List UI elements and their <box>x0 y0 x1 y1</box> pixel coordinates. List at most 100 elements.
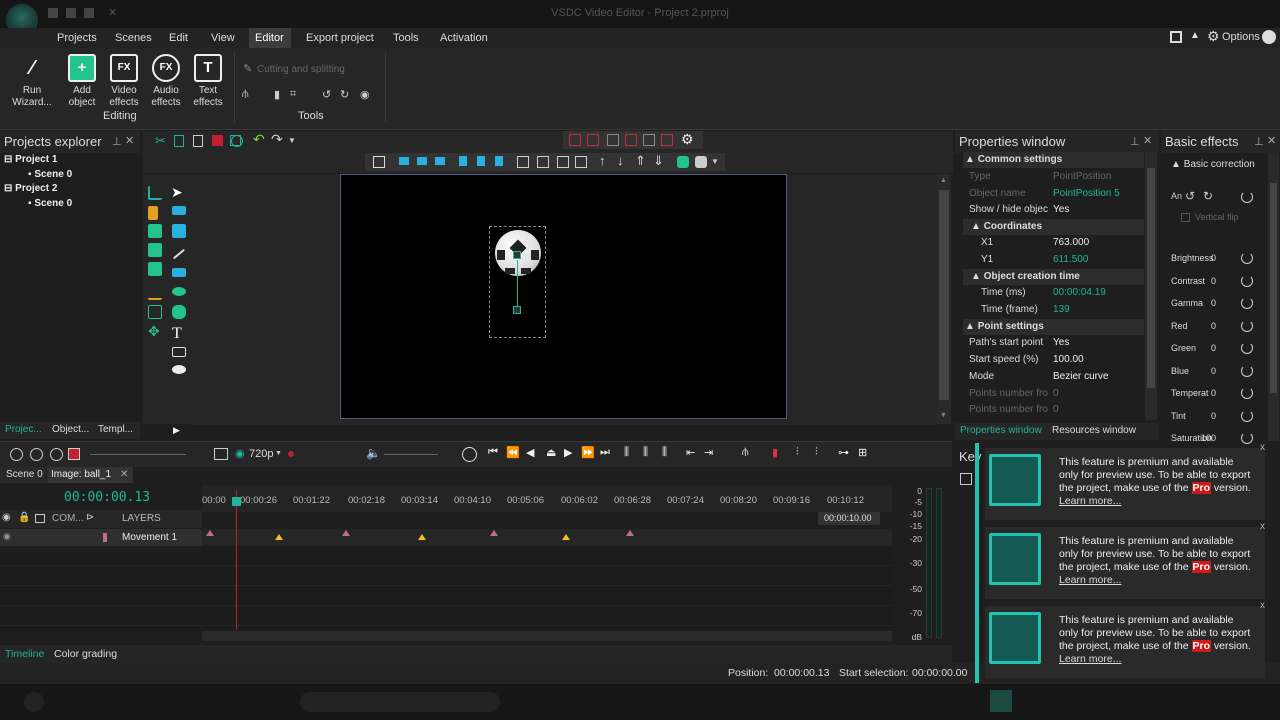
prop-mode[interactable]: Mode Bezier curve <box>963 369 1144 385</box>
movement-icon[interactable] <box>148 305 162 319</box>
zoom-slider[interactable] <box>90 454 186 455</box>
pin-icon[interactable]: ⊥ <box>1130 135 1140 148</box>
menu-export-project[interactable]: Export project <box>300 28 380 48</box>
tab-properties-window[interactable]: Properties window <box>960 425 1042 436</box>
marker-in-icon[interactable]: ⇤ <box>686 446 695 459</box>
menu-edit[interactable]: Edit <box>163 28 194 48</box>
distribute-icon[interactable] <box>517 156 529 168</box>
correction-value[interactable]: 0 <box>1211 253 1216 263</box>
tab-color-grading[interactable]: Color grading <box>54 648 117 660</box>
keyframe-marker[interactable] <box>626 530 634 536</box>
arrow-up-icon[interactable]: ↑ <box>599 153 606 168</box>
bring-front-icon[interactable]: ⇑ <box>635 153 646 169</box>
correction-value[interactable]: 0 <box>1211 343 1216 353</box>
skip-end-icon[interactable]: ⏭ <box>600 446 610 459</box>
reset-icon[interactable] <box>1241 191 1253 203</box>
expand-icon[interactable]: ▶ <box>173 425 180 436</box>
prop-start-speed[interactable]: Start speed (%) 100.00 <box>963 352 1144 368</box>
size-icon[interactable] <box>557 156 569 168</box>
tab-projects[interactable]: Projec... <box>5 424 42 435</box>
point-settings-section[interactable]: ▲ Point settings <box>963 319 1144 335</box>
layout-2-icon[interactable] <box>587 134 599 146</box>
group-icon[interactable]: ⊞ <box>858 446 867 459</box>
pointer-icon[interactable]: ➤ <box>171 184 185 200</box>
rotate-icon[interactable]: An <box>1171 191 1182 201</box>
align-left-icon[interactable] <box>399 157 409 165</box>
ellipse-icon[interactable] <box>172 287 186 296</box>
menu-view[interactable]: View <box>205 28 241 48</box>
tab-templates[interactable]: Templ... <box>98 424 133 435</box>
chevron-down-icon[interactable]: ▼ <box>275 450 282 457</box>
motion-point-end[interactable] <box>513 306 521 314</box>
video-preview[interactable] <box>340 174 787 419</box>
stabilize-icon[interactable]: ◉ <box>360 88 370 101</box>
vertical-flip-checkbox[interactable] <box>1181 213 1190 222</box>
keyframe-marker[interactable] <box>206 530 214 536</box>
eye-icon[interactable]: ◉ <box>3 531 11 542</box>
marker-out-icon[interactable]: ⇥ <box>704 446 713 459</box>
playhead[interactable] <box>236 490 237 630</box>
reset-icon[interactable] <box>1241 297 1253 309</box>
close-icon[interactable]: ✕ <box>1267 134 1276 147</box>
fast-forward-icon[interactable]: ⏩ <box>581 446 595 459</box>
prop-path-start[interactable]: Path's start point Yes <box>963 335 1144 351</box>
split-view-3-icon[interactable]: ⫼ <box>662 446 667 459</box>
crop-icon[interactable]: ⌗ <box>290 88 296 101</box>
timeline-horizontal-scrollbar[interactable] <box>202 631 892 641</box>
save-icon[interactable] <box>48 8 58 18</box>
properties-scrollbar[interactable] <box>1145 152 1157 420</box>
prop-show-hide[interactable]: Show / hide objec Yes <box>963 202 1144 218</box>
rotate-right-icon[interactable]: ↻ <box>340 88 349 101</box>
text-icon[interactable]: T <box>172 325 186 342</box>
zoom-icon[interactable]: ✥ <box>148 323 162 339</box>
rotate-left-icon[interactable]: ↺ <box>1185 189 1195 203</box>
volume-slider[interactable] <box>384 454 438 455</box>
tab-objects[interactable]: Object... <box>52 424 89 435</box>
menu-tools[interactable]: Tools <box>387 28 425 48</box>
prev-frame-icon[interactable]: ◀ <box>526 446 534 459</box>
copy-icon[interactable] <box>174 135 184 147</box>
ungroup-icon[interactable] <box>695 156 707 168</box>
close-icon[interactable]: x <box>1260 442 1265 453</box>
chart-icon[interactable] <box>148 186 162 200</box>
cutting-splitting-button[interactable]: Cutting and splitting <box>257 64 345 75</box>
spectrum-icon[interactable] <box>148 286 162 300</box>
align-bottom-icon[interactable] <box>495 156 503 166</box>
reset-icon[interactable] <box>1241 387 1253 399</box>
reset-icon[interactable] <box>1241 409 1253 422</box>
close-icon[interactable]: x <box>1260 600 1265 611</box>
pin-icon[interactable]: ⊥ <box>112 135 122 148</box>
size-v-icon[interactable] <box>575 156 587 168</box>
basic-correction-section[interactable]: ▲ Basic correction <box>1171 159 1255 170</box>
menu-activation[interactable]: Activation <box>434 28 494 48</box>
correction-value[interactable]: 0 <box>1211 298 1216 308</box>
prop-y1[interactable]: Y1 611.500 <box>963 252 1144 268</box>
redo-icon[interactable]: ↷ <box>271 131 283 148</box>
reset-icon[interactable] <box>1241 432 1253 444</box>
reset-icon[interactable] <box>1241 342 1253 354</box>
send-back-icon[interactable]: ⇓ <box>653 153 664 169</box>
playhead-handle[interactable] <box>232 497 241 506</box>
cut-icon[interactable]: ✂ <box>155 133 166 149</box>
reset-icon[interactable] <box>1241 319 1253 332</box>
close-icon[interactable]: ✕ <box>120 467 128 483</box>
correction-value[interactable]: 100 <box>1201 433 1216 443</box>
end-time-marker[interactable]: 00:00:10.00 <box>818 512 880 525</box>
rotate-left-icon[interactable]: ↺ <box>322 88 331 101</box>
learn-more-link[interactable]: Learn more... <box>1059 653 1121 665</box>
canvas-vertical-scrollbar[interactable]: ▲ ▼ <box>937 174 951 424</box>
open-icon[interactable] <box>66 8 76 18</box>
preview-mode-icon[interactable] <box>214 448 228 460</box>
zoom-in-icon[interactable] <box>10 448 23 461</box>
gear-icon[interactable]: ⚙ <box>1207 28 1220 45</box>
reset-icon[interactable] <box>1241 252 1253 264</box>
close-icon[interactable]: ✕ <box>125 134 134 147</box>
align-middle-icon[interactable] <box>477 156 485 166</box>
rotate-right-icon[interactable]: ↻ <box>1203 189 1213 203</box>
tree-item-scene[interactable]: ▪ Scene 0 <box>28 197 72 211</box>
pin-icon[interactable]: ⊥ <box>1254 135 1264 148</box>
video-icon[interactable] <box>172 224 186 238</box>
align-right-icon[interactable] <box>435 157 445 165</box>
correction-value[interactable]: 0 <box>1211 321 1216 331</box>
layout-4-icon[interactable] <box>625 134 637 146</box>
